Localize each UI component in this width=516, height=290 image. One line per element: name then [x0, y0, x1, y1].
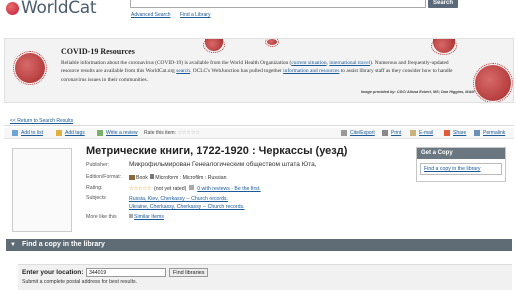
covid-banner: COVID-19 Resources Reliable information … — [4, 38, 514, 103]
record-title: Метрические книги, 1722-1920 : Черкассы … — [86, 145, 348, 157]
worldcat-logo[interactable]: WorldCat — [6, 0, 97, 18]
similar-items: Similar Items — [129, 214, 164, 220]
covid-title: COVID-19 Resources — [61, 47, 135, 56]
publisher-row: Publisher: Микрофильмирован Генеалогичес… — [86, 161, 317, 168]
cover-thumbnail — [12, 148, 72, 232]
subject-link[interactable]: Ukraine, Cherkassy, Cherkassy -- Church … — [129, 204, 245, 210]
search-button[interactable]: Search — [428, 0, 458, 8]
covid-search-link[interactable]: search — [176, 68, 190, 74]
rate-item: Rate this item: ☆☆☆☆☆ — [144, 130, 200, 136]
header: WorldCat Search Advanced Search Find a L… — [0, 0, 516, 30]
location-hint: Submit a complete postal address for bes… — [22, 279, 138, 285]
add-tags-button[interactable]: Add tags — [56, 130, 85, 136]
logo-text: WorldCat — [21, 0, 97, 18]
rating-value: ☆☆☆☆☆ (not yet rated) 0 with reviews - B… — [129, 185, 261, 192]
info-resources-link[interactable]: information and resources — [283, 68, 339, 74]
tools-bar: Add to list Add tags Write a review Rate… — [4, 128, 514, 139]
collapse-icon: ▼ — [10, 242, 16, 248]
image-credit: Image provided by: CDC/ Alissa Eckert, M… — [361, 90, 475, 94]
advanced-search-link[interactable]: Advanced Search — [131, 12, 170, 18]
virus-image — [203, 39, 225, 53]
share-button[interactable]: Share — [444, 130, 466, 136]
globe-icon — [6, 1, 19, 15]
tag-icon — [56, 130, 62, 136]
cite-export-button[interactable]: Cite/Export — [341, 130, 375, 136]
virus-image — [13, 51, 47, 85]
subject-link[interactable]: Russia, Kiev, Cherkassy -- Church record… — [129, 196, 228, 202]
write-review-button[interactable]: Write a review — [97, 130, 138, 136]
find-libraries-button[interactable]: Find libraries — [169, 268, 209, 277]
virus-image — [431, 39, 457, 55]
rating-row: Rating: ☆☆☆☆☆ (not yet rated) 0 with rev… — [86, 185, 261, 192]
get-a-copy-heading: Get a Copy — [417, 148, 505, 159]
find-copy-heading: Find a copy in the library — [22, 241, 105, 248]
find-copy-in-library-link[interactable]: Find a copy in the library — [420, 163, 502, 175]
permalink-button[interactable]: Permalink — [474, 130, 505, 136]
location-input[interactable]: 344019 — [86, 268, 166, 277]
publisher-value: Микрофильмирован Генеалогическим обществ… — [129, 161, 317, 168]
reviews-link[interactable]: 0 with reviews - Be the first. — [197, 186, 260, 192]
add-to-list-button[interactable]: Add to list — [12, 130, 43, 136]
get-a-copy-panel: Get a Copy Find a copy in the library — [416, 147, 506, 182]
virus-image — [473, 63, 513, 102]
international-travel-link[interactable]: international travel — [329, 60, 370, 66]
share-icon — [444, 130, 450, 136]
search-input[interactable] — [130, 0, 426, 8]
print-button[interactable]: Print — [382, 130, 401, 136]
email-icon — [410, 130, 416, 136]
edition-row: Edition/Format: Book Microform : Microfi… — [86, 174, 227, 181]
rating-stars: ☆☆☆☆☆ — [129, 186, 152, 192]
location-label: Enter your location: — [22, 269, 84, 276]
link-icon — [474, 130, 480, 136]
covid-text: Reliable information about the coronavir… — [61, 60, 453, 83]
more-like-this-row: More like this Similar Items — [86, 214, 164, 220]
print-icon — [382, 130, 388, 136]
subjects-row: Subjects Russia, Kiev, Cherkassy -- Chur… — [86, 195, 245, 210]
current-situation-link[interactable]: current situation — [291, 60, 326, 66]
return-to-results-link[interactable]: << Return to Search Results — [10, 118, 73, 124]
virus-image — [265, 39, 279, 47]
similar-icon — [129, 214, 133, 218]
similar-items-link[interactable]: Similar Items — [134, 214, 164, 220]
rating-stars[interactable]: ☆☆☆☆☆ — [177, 130, 200, 136]
microform-icon — [150, 174, 155, 179]
cite-icon — [341, 130, 347, 136]
subjects-value: Russia, Kiev, Cherkassy -- Church record… — [129, 195, 245, 211]
list-icon — [12, 130, 18, 136]
book-icon — [129, 175, 135, 181]
pencil-icon — [97, 130, 103, 136]
header-links: Advanced Search Find a Library — [131, 12, 218, 18]
find-library-link[interactable]: Find a Library — [180, 12, 211, 18]
review-icon — [189, 185, 195, 190]
find-copy-section-header[interactable]: ▼ Find a copy in the library — [6, 239, 512, 251]
breadcrumb: << Return to Search Results — [4, 116, 514, 126]
edition-value: Book Microform : Microfilm : Russian — [129, 174, 226, 181]
location-panel: Enter your location: 344019 Find librari… — [18, 264, 512, 290]
email-button[interactable]: E-mail — [410, 130, 433, 136]
